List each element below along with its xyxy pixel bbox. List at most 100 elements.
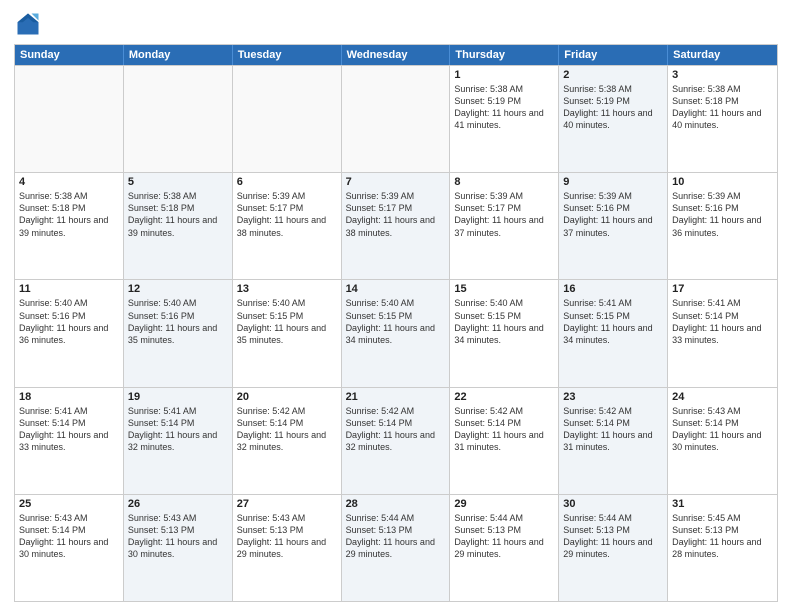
cell-text: Sunrise: 5:45 AM Sunset: 5:13 PM Dayligh… xyxy=(672,512,773,561)
calendar-cell: 23 Sunrise: 5:42 AM Sunset: 5:14 PM Dayli… xyxy=(559,388,668,494)
calendar-cell: 1 Sunrise: 5:38 AM Sunset: 5:19 PM Daylig… xyxy=(450,66,559,172)
calendar-cell xyxy=(124,66,233,172)
cell-text: Sunrise: 5:40 AM Sunset: 5:15 PM Dayligh… xyxy=(454,297,554,346)
cell-text: Sunrise: 5:40 AM Sunset: 5:16 PM Dayligh… xyxy=(128,297,228,346)
cell-text: Sunrise: 5:40 AM Sunset: 5:15 PM Dayligh… xyxy=(237,297,337,346)
day-number: 8 xyxy=(454,176,554,188)
calendar-cell: 25 Sunrise: 5:43 AM Sunset: 5:14 PM Dayli… xyxy=(15,495,124,601)
calendar-cell xyxy=(233,66,342,172)
calendar-cell: 6 Sunrise: 5:39 AM Sunset: 5:17 PM Daylig… xyxy=(233,173,342,279)
day-number: 12 xyxy=(128,283,228,295)
day-number: 3 xyxy=(672,69,773,81)
cell-text: Sunrise: 5:42 AM Sunset: 5:14 PM Dayligh… xyxy=(237,405,337,454)
cell-text: Sunrise: 5:43 AM Sunset: 5:14 PM Dayligh… xyxy=(672,405,773,454)
calendar-cell: 14Sunrise: 5:40 AM Sunset: 5:15 PM Dayli… xyxy=(342,280,451,386)
cell-text: Sunrise: 5:41 AM Sunset: 5:15 PM Dayligh… xyxy=(563,297,663,346)
day-number: 6 xyxy=(237,176,337,188)
day-number: 13 xyxy=(237,283,337,295)
calendar-cell: 2Sunrise: 5:38 AM Sunset: 5:19 PM Daylig… xyxy=(559,66,668,172)
day-number: 22 xyxy=(454,391,554,403)
day-number: 10 xyxy=(672,176,773,188)
calendar-cell: 27 Sunrise: 5:43 AM Sunset: 5:13 PM Dayli… xyxy=(233,495,342,601)
calendar-header-cell: Sunday xyxy=(15,45,124,65)
cell-text: Sunrise: 5:38 AM Sunset: 5:19 PM Dayligh… xyxy=(454,83,554,132)
day-number: 27 xyxy=(237,498,337,510)
calendar-header-cell: Wednesday xyxy=(342,45,451,65)
day-number: 11 xyxy=(19,283,119,295)
day-number: 28 xyxy=(346,498,446,510)
calendar-cell xyxy=(15,66,124,172)
cell-text: Sunrise: 5:44 AM Sunset: 5:13 PM Dayligh… xyxy=(454,512,554,561)
calendar-cell: 12 Sunrise: 5:40 AM Sunset: 5:16 PM Dayli… xyxy=(124,280,233,386)
cell-text: Sunrise: 5:43 AM Sunset: 5:13 PM Dayligh… xyxy=(128,512,228,561)
day-number: 20 xyxy=(237,391,337,403)
calendar-row: 11 Sunrise: 5:40 AM Sunset: 5:16 PM Dayli… xyxy=(15,279,777,386)
calendar-cell: 21Sunrise: 5:42 AM Sunset: 5:14 PM Dayli… xyxy=(342,388,451,494)
calendar-cell: 22Sunrise: 5:42 AM Sunset: 5:14 PM Dayli… xyxy=(450,388,559,494)
calendar-cell: 16 Sunrise: 5:41 AM Sunset: 5:15 PM Dayli… xyxy=(559,280,668,386)
calendar-cell: 28Sunrise: 5:44 AM Sunset: 5:13 PM Dayli… xyxy=(342,495,451,601)
day-number: 30 xyxy=(563,498,663,510)
day-number: 16 xyxy=(563,283,663,295)
day-number: 9 xyxy=(563,176,663,188)
page: SundayMondayTuesdayWednesdayThursdayFrid… xyxy=(0,0,792,612)
calendar-cell: 5 Sunrise: 5:38 AM Sunset: 5:18 PM Daylig… xyxy=(124,173,233,279)
calendar-cell: 18Sunrise: 5:41 AM Sunset: 5:14 PM Dayli… xyxy=(15,388,124,494)
cell-text: Sunrise: 5:39 AM Sunset: 5:17 PM Dayligh… xyxy=(346,190,446,239)
day-number: 25 xyxy=(19,498,119,510)
cell-text: Sunrise: 5:41 AM Sunset: 5:14 PM Dayligh… xyxy=(128,405,228,454)
calendar-header-cell: Friday xyxy=(559,45,668,65)
calendar-cell xyxy=(342,66,451,172)
calendar-cell: 7 Sunrise: 5:39 AM Sunset: 5:17 PM Daylig… xyxy=(342,173,451,279)
calendar-cell: 8 Sunrise: 5:39 AM Sunset: 5:17 PM Daylig… xyxy=(450,173,559,279)
day-number: 19 xyxy=(128,391,228,403)
day-number: 7 xyxy=(346,176,446,188)
day-number: 24 xyxy=(672,391,773,403)
calendar-cell: 29 Sunrise: 5:44 AM Sunset: 5:13 PM Dayli… xyxy=(450,495,559,601)
cell-text: Sunrise: 5:38 AM Sunset: 5:19 PM Dayligh… xyxy=(563,83,663,132)
calendar-cell: 24 Sunrise: 5:43 AM Sunset: 5:14 PM Dayli… xyxy=(668,388,777,494)
day-number: 21 xyxy=(346,391,446,403)
day-number: 17 xyxy=(672,283,773,295)
day-number: 29 xyxy=(454,498,554,510)
cell-text: Sunrise: 5:43 AM Sunset: 5:13 PM Dayligh… xyxy=(237,512,337,561)
cell-text: Sunrise: 5:40 AM Sunset: 5:15 PM Dayligh… xyxy=(346,297,446,346)
cell-text: Sunrise: 5:39 AM Sunset: 5:17 PM Dayligh… xyxy=(454,190,554,239)
cell-text: Sunrise: 5:39 AM Sunset: 5:16 PM Dayligh… xyxy=(563,190,663,239)
calendar-row: 25 Sunrise: 5:43 AM Sunset: 5:14 PM Dayli… xyxy=(15,494,777,601)
calendar-cell: 4Sunrise: 5:38 AM Sunset: 5:18 PM Daylig… xyxy=(15,173,124,279)
calendar-header-cell: Thursday xyxy=(450,45,559,65)
calendar-row: 4 Sunrise: 5:38 AM Sunset: 5:18 PM Daylig… xyxy=(15,172,777,279)
calendar-cell: 26 Sunrise: 5:43 AM Sunset: 5:13 PM Dayli… xyxy=(124,495,233,601)
day-number: 5 xyxy=(128,176,228,188)
calendar-cell: 20 Sunrise: 5:42 AM Sunset: 5:14 PM Dayli… xyxy=(233,388,342,494)
day-number: 1 xyxy=(454,69,554,81)
day-number: 23 xyxy=(563,391,663,403)
calendar-cell: 9 Sunrise: 5:39 AM Sunset: 5:16 PM Daylig… xyxy=(559,173,668,279)
cell-text: Sunrise: 5:41 AM Sunset: 5:14 PM Dayligh… xyxy=(672,297,773,346)
calendar: SundayMondayTuesdayWednesdayThursdayFrid… xyxy=(14,44,778,602)
calendar-header: SundayMondayTuesdayWednesdayThursdayFrid… xyxy=(15,45,777,65)
day-number: 15 xyxy=(454,283,554,295)
calendar-cell: 13 Sunrise: 5:40 AM Sunset: 5:15 PM Dayli… xyxy=(233,280,342,386)
cell-text: Sunrise: 5:43 AM Sunset: 5:14 PM Dayligh… xyxy=(19,512,119,561)
day-number: 4 xyxy=(19,176,119,188)
day-number: 26 xyxy=(128,498,228,510)
calendar-header-cell: Monday xyxy=(124,45,233,65)
cell-text: Sunrise: 5:39 AM Sunset: 5:17 PM Dayligh… xyxy=(237,190,337,239)
logo-icon xyxy=(14,10,42,38)
calendar-cell: 10Sunrise: 5:39 AM Sunset: 5:16 PM Dayli… xyxy=(668,173,777,279)
cell-text: Sunrise: 5:38 AM Sunset: 5:18 PM Dayligh… xyxy=(128,190,228,239)
day-number: 31 xyxy=(672,498,773,510)
calendar-cell: 11Sunrise: 5:40 AM Sunset: 5:16 PM Dayli… xyxy=(15,280,124,386)
header xyxy=(14,10,778,38)
cell-text: Sunrise: 5:42 AM Sunset: 5:14 PM Dayligh… xyxy=(563,405,663,454)
calendar-row: 1 Sunrise: 5:38 AM Sunset: 5:19 PM Daylig… xyxy=(15,65,777,172)
calendar-cell: 17 Sunrise: 5:41 AM Sunset: 5:14 PM Dayli… xyxy=(668,280,777,386)
cell-text: Sunrise: 5:44 AM Sunset: 5:13 PM Dayligh… xyxy=(563,512,663,561)
calendar-header-cell: Tuesday xyxy=(233,45,342,65)
calendar-cell: 30 Sunrise: 5:44 AM Sunset: 5:13 PM Dayli… xyxy=(559,495,668,601)
calendar-cell: 19 Sunrise: 5:41 AM Sunset: 5:14 PM Dayli… xyxy=(124,388,233,494)
cell-text: Sunrise: 5:38 AM Sunset: 5:18 PM Dayligh… xyxy=(672,83,773,132)
calendar-cell: 31 Sunrise: 5:45 AM Sunset: 5:13 PM Dayli… xyxy=(668,495,777,601)
